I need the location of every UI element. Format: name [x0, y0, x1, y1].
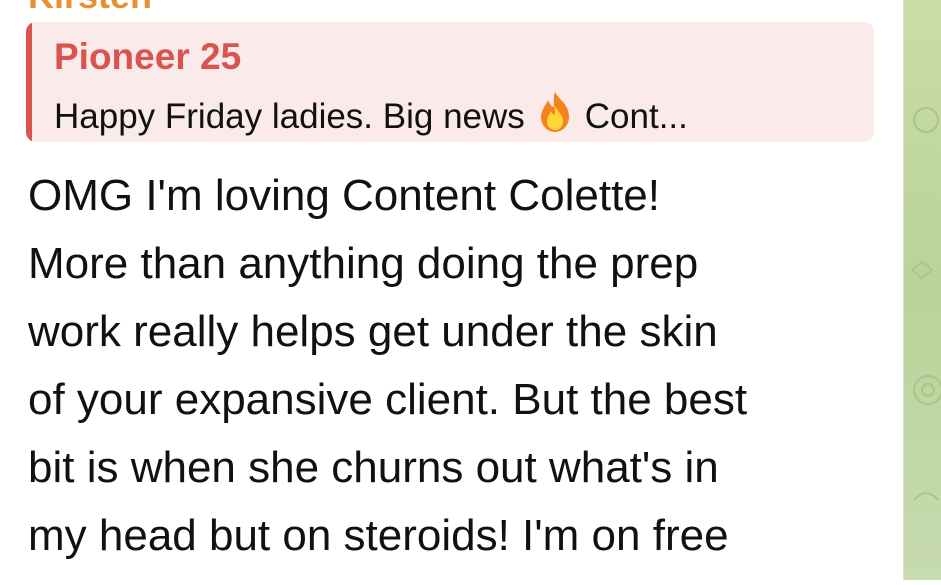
- message-line: More than anything doing the prep: [28, 239, 699, 288]
- message-text: OMG I'm loving Content Colette! More tha…: [28, 162, 888, 570]
- message-line: work really helps get under the skin: [28, 307, 718, 356]
- sender-name[interactable]: Kirsten: [28, 0, 152, 14]
- fire-icon: [535, 90, 575, 142]
- reply-quote[interactable]: Pioneer 25 Happy Friday ladies. Big news…: [26, 22, 874, 142]
- reply-author: Pioneer 25: [54, 36, 242, 77]
- reply-preview-tail: Cont...: [584, 97, 688, 136]
- reply-accent-bar: [26, 22, 32, 142]
- wallpaper-doodles: [910, 107, 941, 501]
- message-line: my head but on steroids! I'm on free: [28, 511, 729, 560]
- reply-preview: Happy Friday ladies. Big news Cont...: [54, 90, 688, 142]
- message-line: OMG I'm loving Content Colette!: [28, 171, 660, 220]
- message-line: of your expansive client. But the best: [28, 375, 748, 424]
- reply-preview-text: Happy Friday ladies. Big news: [54, 97, 525, 136]
- chat-wallpaper: [903, 0, 941, 580]
- message-line: bit is when she churns out what's in: [28, 443, 719, 492]
- message-bubble[interactable]: Kirsten Pioneer 25 Happy Friday ladies. …: [0, 0, 903, 580]
